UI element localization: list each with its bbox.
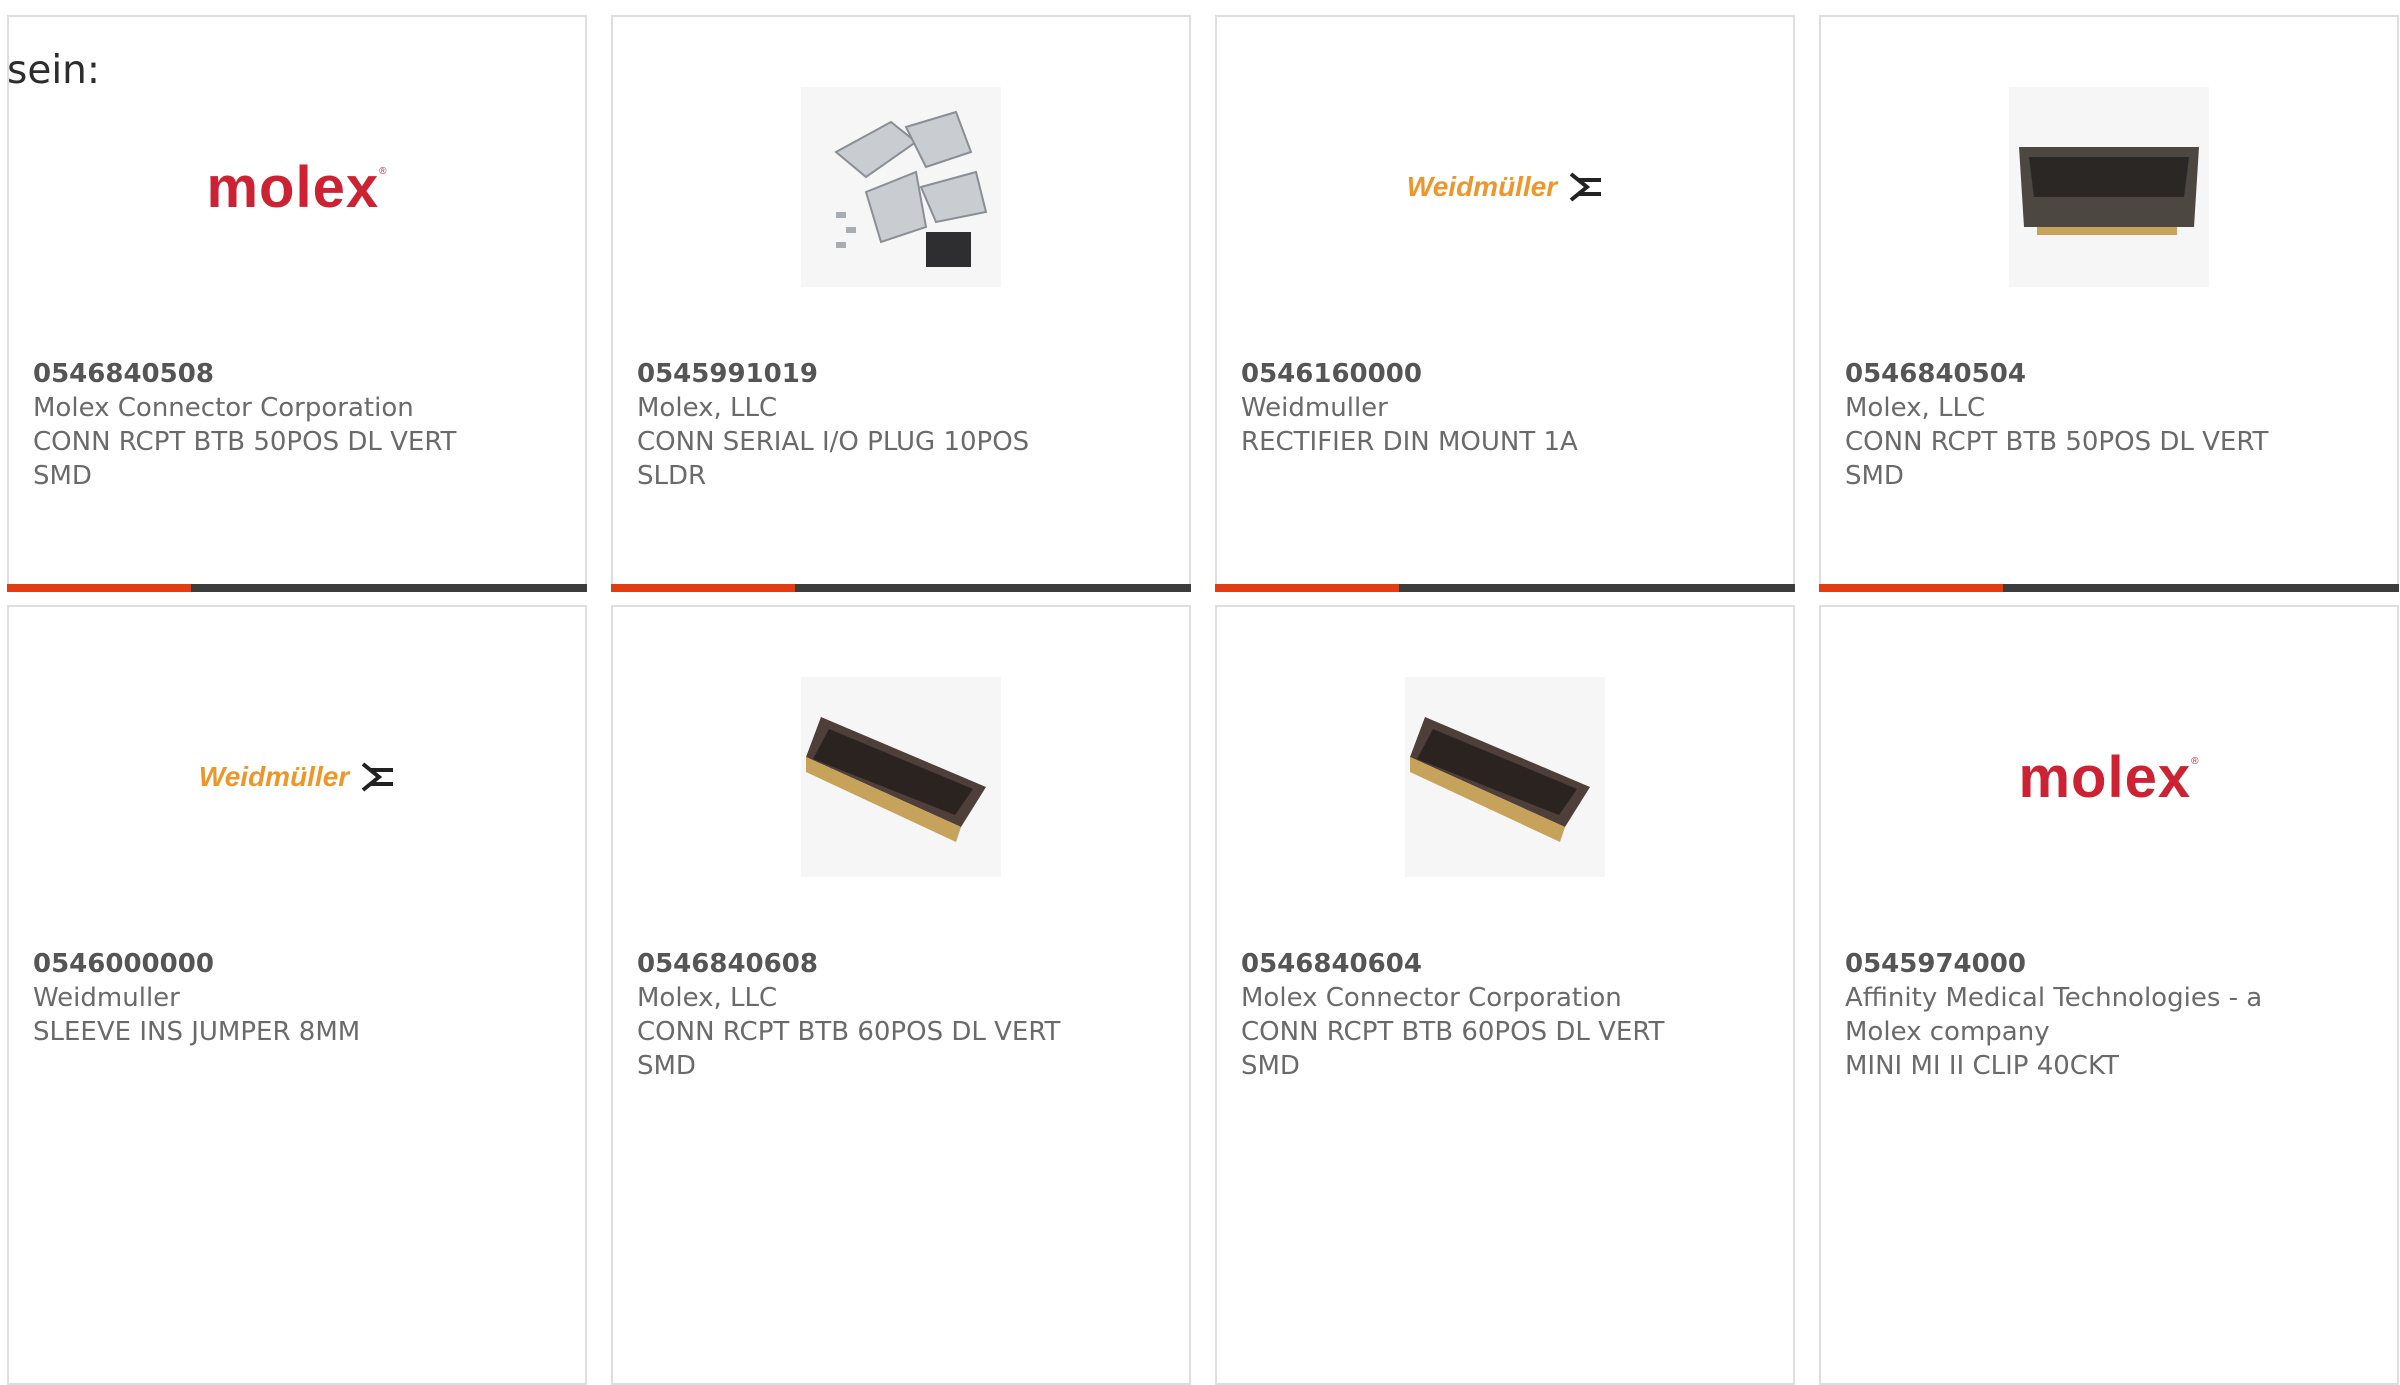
product-card[interactable]: 0546840608 Molex, LLC CONN RCPT BTB 60PO…: [611, 605, 1191, 1385]
manufacturer: Molex, LLC: [637, 983, 778, 1013]
description: CONN RCPT BTB 50POS DL VERT SMD: [1845, 427, 2269, 491]
molex-logo: molex®: [206, 154, 388, 220]
description: CONN RCPT BTB 60POS DL VERT SMD: [1241, 1017, 1665, 1081]
part-number[interactable]: 0546840508: [33, 357, 473, 391]
part-number[interactable]: 0546840504: [1845, 357, 2285, 391]
product-image[interactable]: molex®: [9, 87, 585, 287]
manufacturer: Weidmuller: [33, 983, 180, 1013]
product-card[interactable]: 0546840504 Molex, LLC CONN RCPT BTB 50PO…: [1819, 15, 2399, 592]
manufacturer: Molex Connector Corporation: [1241, 983, 1622, 1013]
product-card[interactable]: Weidmüller 0546000000 Weidmuller SLEEVE …: [7, 605, 587, 1385]
description: CONN SERIAL I/O PLUG 10POS SLDR: [637, 427, 1030, 491]
weidmuller-logo: Weidmüller: [199, 761, 395, 793]
btb-connector-photo: [1405, 677, 1605, 877]
manufacturer: Molex, LLC: [637, 393, 778, 423]
product-image[interactable]: [613, 87, 1189, 287]
card-bar: [1215, 584, 1795, 592]
description: MINI MI II CLIP 40CKT: [1845, 1051, 2119, 1081]
intro-text: sein:: [7, 48, 101, 93]
serial-plug-kit-photo: [801, 87, 1001, 287]
manufacturer: Molex Connector Corporation: [33, 393, 414, 423]
btb-connector-photo: [2009, 87, 2209, 287]
manufacturer: Weidmuller: [1241, 393, 1388, 423]
description: CONN RCPT BTB 50POS DL VERT SMD: [33, 427, 457, 491]
product-image[interactable]: [1217, 677, 1793, 877]
description: RECTIFIER DIN MOUNT 1A: [1241, 427, 1578, 457]
card-bar: [7, 584, 587, 592]
description: CONN RCPT BTB 60POS DL VERT SMD: [637, 1017, 1061, 1081]
product-image[interactable]: Weidmüller: [9, 677, 585, 877]
product-image[interactable]: Weidmüller: [1217, 87, 1793, 287]
part-number[interactable]: 0546840604: [1241, 947, 1681, 981]
molex-logo: molex®: [2018, 744, 2200, 810]
description: SLEEVE INS JUMPER 8MM: [33, 1017, 361, 1047]
product-card[interactable]: molex® 0545974000 Affinity Medical Techn…: [1819, 605, 2399, 1385]
part-number[interactable]: 0545974000: [1845, 947, 2285, 981]
product-image[interactable]: [1821, 87, 2397, 287]
manufacturer: Affinity Medical Technologies - a Molex …: [1845, 983, 2263, 1047]
card-bar: [611, 584, 1191, 592]
btb-connector-photo: [801, 677, 1001, 877]
part-number[interactable]: 0546840608: [637, 947, 1077, 981]
manufacturer: Molex, LLC: [1845, 393, 1986, 423]
product-image[interactable]: molex®: [1821, 677, 2397, 877]
part-number[interactable]: 0545991019: [637, 357, 1077, 391]
product-card[interactable]: Weidmüller 0546160000 Weidmuller RECTIFI…: [1215, 15, 1795, 592]
weidmuller-logo: Weidmüller: [1407, 171, 1603, 203]
product-card[interactable]: 0545991019 Molex, LLC CONN SERIAL I/O PL…: [611, 15, 1191, 592]
part-number[interactable]: 0546000000: [33, 947, 473, 981]
product-card[interactable]: molex® 0546840508 Molex Connector Corpor…: [7, 15, 587, 592]
part-number[interactable]: 0546160000: [1241, 357, 1681, 391]
card-bar: [1819, 584, 2399, 592]
product-card[interactable]: 0546840604 Molex Connector Corporation C…: [1215, 605, 1795, 1385]
product-image[interactable]: [613, 677, 1189, 877]
